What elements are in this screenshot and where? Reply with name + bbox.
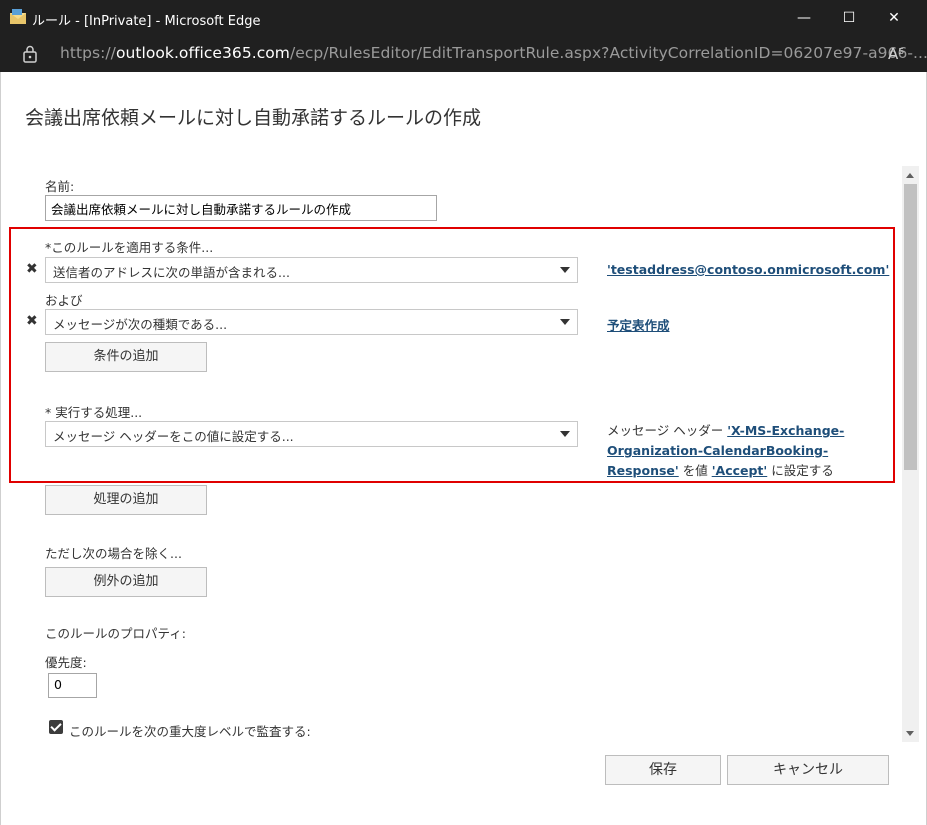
condition2-link[interactable]: 予定表作成 xyxy=(607,318,670,333)
audit-label: このルールを次の重大度レベルで監査する: xyxy=(69,724,311,739)
except-label: ただし次の場合を除く... xyxy=(45,546,182,561)
url-host: outlook.office365.com xyxy=(115,44,290,62)
scrollbar-thumb[interactable] xyxy=(904,184,917,470)
close-button[interactable]: ✕ xyxy=(871,0,917,36)
action-desc-mid: を値 xyxy=(678,463,712,478)
header-value-link[interactable]: 'Accept' xyxy=(712,463,768,478)
condition2-value: メッセージが次の種類である... xyxy=(53,317,228,332)
conditions-label: *このルールを適用する条件... xyxy=(45,240,214,255)
condition1-select[interactable]: 送信者のアドレスに次の単語が含まれる... xyxy=(45,257,578,283)
chevron-down-icon xyxy=(560,319,570,325)
scroll-down-icon[interactable] xyxy=(906,731,914,736)
remove-condition1-icon[interactable]: ✖ xyxy=(26,261,38,277)
window-title: ルール - [InPrivate] - Microsoft Edge xyxy=(32,14,261,29)
action1-value: メッセージ ヘッダーをこの値に設定する... xyxy=(53,429,294,444)
audit-checkbox[interactable] xyxy=(49,720,63,734)
chevron-down-icon xyxy=(560,431,570,437)
condition1-link-wrap: 'testaddress@contoso.onmicrosoft.com' xyxy=(607,262,889,277)
save-button[interactable]: 保存 xyxy=(605,755,721,785)
window-titlebar: ルール - [InPrivate] - Microsoft Edge — ☐ ✕ xyxy=(0,0,927,36)
action1-select[interactable]: メッセージ ヘッダーをこの値に設定する... xyxy=(45,421,578,447)
add-condition-button[interactable]: 条件の追加 xyxy=(45,342,207,372)
add-exception-button[interactable]: 例外の追加 xyxy=(45,567,207,597)
priority-label: 優先度: xyxy=(45,655,87,670)
action-description: メッセージ ヘッダー 'X-MS-Exchange-Organization-C… xyxy=(607,421,892,481)
scroll-up-icon[interactable] xyxy=(906,173,914,178)
address-bar: https://outlook.office365.com/ecp/RulesE… xyxy=(0,36,927,72)
action-desc-prefix: メッセージ ヘッダー xyxy=(607,423,728,438)
url-text[interactable]: https://outlook.office365.com/ecp/RulesE… xyxy=(60,44,927,62)
priority-input[interactable]: 0 xyxy=(48,673,97,698)
rule-name-input[interactable]: 会議出席依頼メールに対し自動承諾するルールの作成 xyxy=(45,195,437,221)
add-action-button[interactable]: 処理の追加 xyxy=(45,485,207,515)
read-aloud-icon[interactable]: A⁵ xyxy=(888,45,904,63)
url-path: /ecp/RulesEditor/EditTransportRule.aspx?… xyxy=(289,44,927,62)
properties-label: このルールのプロパティ: xyxy=(45,626,186,641)
cancel-button[interactable]: キャンセル xyxy=(727,755,889,785)
maximize-button[interactable]: ☐ xyxy=(826,0,872,36)
page-title: 会議出席依頼メールに対し自動承諾するルールの作成 xyxy=(25,107,482,129)
name-label: 名前: xyxy=(45,179,75,194)
condition2-link-wrap: 予定表作成 xyxy=(607,315,670,334)
condition1-value: 送信者のアドレスに次の単語が含まれる... xyxy=(53,265,290,280)
condition2-select[interactable]: メッセージが次の種類である... xyxy=(45,309,578,335)
action-desc-suffix: に設定する xyxy=(767,463,834,478)
url-prefix: https:// xyxy=(60,44,116,62)
scrollbar[interactable] xyxy=(902,166,919,742)
chevron-down-icon xyxy=(560,267,570,273)
outlook-app-icon xyxy=(10,9,26,24)
remove-condition2-icon[interactable]: ✖ xyxy=(26,313,38,329)
condition1-link[interactable]: 'testaddress@contoso.onmicrosoft.com' xyxy=(607,262,889,277)
minimize-button[interactable]: — xyxy=(781,0,827,36)
actions-label: * 実行する処理... xyxy=(45,405,143,420)
lock-icon[interactable] xyxy=(22,45,38,63)
and-label: および xyxy=(45,293,83,308)
